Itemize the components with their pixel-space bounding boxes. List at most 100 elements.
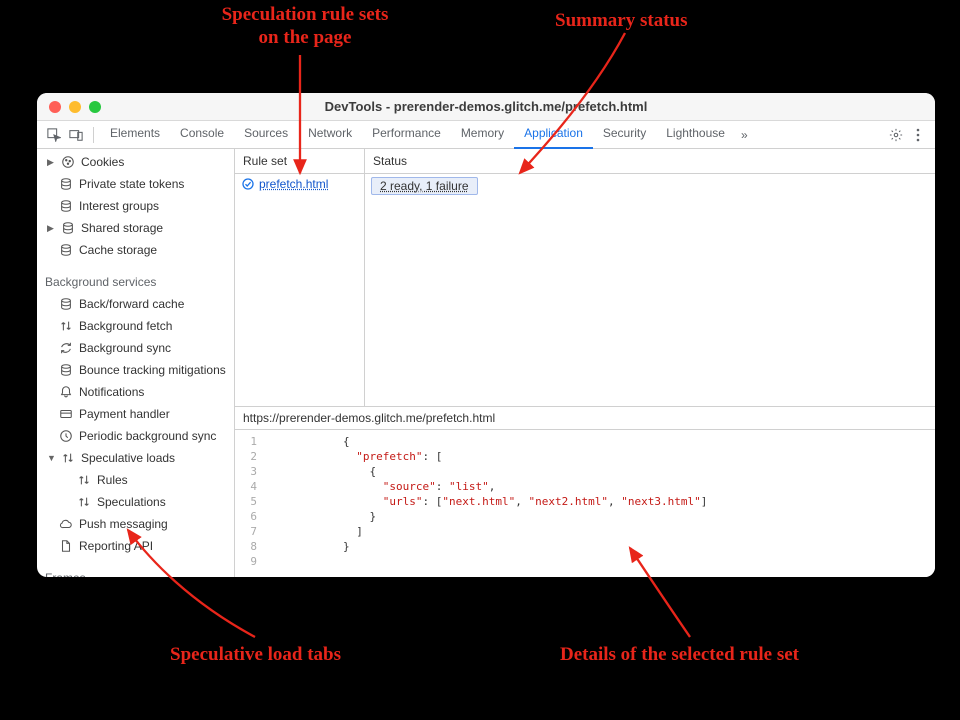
sidebar-item-reporting-api[interactable]: Reporting API [37,535,234,557]
content: ▶ Cookies Private state tokens Interest gro… [37,149,935,577]
sidebar-item-label: Cookies [81,153,124,171]
tab-sources[interactable]: Sources [234,120,298,149]
annotation-rule-sets: Speculation rule sets on the page [175,4,435,50]
sidebar-item-label: Reporting API [79,537,153,555]
sidebar-heading: Background services [37,269,234,293]
file-icon [59,539,73,553]
sidebar-item-back-forward-cache[interactable]: Back/forward cache [37,293,234,315]
tab-network[interactable]: Network [298,120,362,149]
sidebar-item-bounce-tracking-mitigations[interactable]: Bounce tracking mitigations [37,359,234,381]
grid-row[interactable]: prefetch.html 2 ready, 1 failure [235,174,935,198]
cloud-icon [59,517,73,531]
db-icon [59,199,73,213]
sidebar-item-label: Push messaging [79,515,168,533]
chevron-down-icon: ▼ [47,449,55,467]
status-ok-icon [241,177,255,191]
chevron-right-icon: ▶ [47,153,55,171]
speculation-rules-panel: Rule set Status prefetch.html 2 ready, 1… [235,149,935,577]
ruleset-name: prefetch.html [259,177,328,191]
tab-console[interactable]: Console [170,120,234,149]
sidebar-item-label: Periodic background sync [79,427,216,445]
device-toolbar-icon[interactable] [65,124,87,146]
updown-icon [77,495,91,509]
sidebar-item-push-messaging[interactable]: Push messaging [37,513,234,535]
inspect-icon[interactable] [43,124,65,146]
cookie-icon [61,155,75,169]
sidebar-item-label: Background fetch [79,317,172,335]
more-tabs-button[interactable]: » [735,128,754,142]
sidebar-item-payment-handler[interactable]: Payment handler [37,403,234,425]
annotation-summary-status: Summary status [555,10,687,33]
sidebar-item-label: Payment handler [79,405,170,423]
sidebar-item-background-sync[interactable]: Background sync [37,337,234,359]
zoom-icon[interactable] [89,101,101,113]
sidebar-item-label: Back/forward cache [79,295,184,313]
ruleset-link[interactable]: prefetch.html [241,177,358,191]
sidebar-item-label: Background sync [79,339,171,357]
panel-tabs: ElementsConsoleSourcesNetworkPerformance… [100,120,735,149]
divider [93,127,94,143]
sidebar-item-label: Cache storage [79,241,157,259]
sidebar-item-speculations[interactable]: Speculations [37,491,234,513]
sidebar-item-label: Bounce tracking mitigations [79,361,226,379]
sidebar-heading: Frames [37,565,234,577]
updown-icon [61,451,75,465]
clock-icon [59,429,73,443]
updown-icon [59,319,73,333]
code-content[interactable]: { "prefetch": [ { "source": "list", "url… [263,434,707,569]
card-icon [59,407,73,421]
db-icon [59,243,73,257]
kebab-menu-icon[interactable] [907,124,929,146]
status-summary[interactable]: 2 ready, 1 failure [371,177,478,195]
application-sidebar[interactable]: ▶ Cookies Private state tokens Interest gro… [37,149,235,577]
tab-elements[interactable]: Elements [100,120,170,149]
annotation-details: Details of the selected rule set [560,644,799,667]
sync-icon [59,341,73,355]
toolbar: ElementsConsoleSourcesNetworkPerformance… [37,121,935,149]
col-header-status[interactable]: Status [365,149,935,173]
sidebar-item-rules[interactable]: Rules [37,469,234,491]
minimize-icon[interactable] [69,101,81,113]
db-icon [59,297,73,311]
line-gutter: 123456789 [235,434,263,569]
grid-filler [235,198,935,406]
tab-application[interactable]: Application [514,120,593,149]
sidebar-item-label: Rules [97,471,128,489]
gear-icon[interactable] [885,124,907,146]
window-title: DevTools - prerender-demos.glitch.me/pre… [37,99,935,114]
sidebar-item-shared-storage[interactable]: ▶ Shared storage [37,217,234,239]
sidebar-item-label: Interest groups [79,197,159,215]
sidebar-item-private-state-tokens[interactable]: Private state tokens [37,173,234,195]
sidebar-item-cache-storage[interactable]: Cache storage [37,239,234,261]
sidebar-item-label: Private state tokens [79,175,184,193]
titlebar: DevTools - prerender-demos.glitch.me/pre… [37,93,935,121]
bell-icon [59,385,73,399]
sidebar-item-label: Speculations [97,493,166,511]
col-header-ruleset[interactable]: Rule set [235,149,365,173]
ruleset-url: https://prerender-demos.glitch.me/prefet… [235,406,935,429]
chevron-right-icon: ▶ [47,219,55,237]
sidebar-item-notifications[interactable]: Notifications [37,381,234,403]
sidebar-item-periodic-background-sync[interactable]: Periodic background sync [37,425,234,447]
db-icon [59,177,73,191]
sidebar-item-label: Notifications [79,383,144,401]
sidebar-item-interest-groups[interactable]: Interest groups [37,195,234,217]
annotation-load-tabs: Speculative load tabs [170,644,341,667]
code-viewer: 123456789 { "prefetch": [ { "source": "l… [235,429,935,577]
close-icon[interactable] [49,101,61,113]
db-icon [61,221,75,235]
tab-performance[interactable]: Performance [362,120,451,149]
sidebar-item-cookies[interactable]: ▶ Cookies [37,151,234,173]
sidebar-item-label: Shared storage [81,219,163,237]
grid-header: Rule set Status [235,149,935,174]
devtools-window: DevTools - prerender-demos.glitch.me/pre… [37,93,935,577]
tab-lighthouse[interactable]: Lighthouse [656,120,735,149]
updown-icon [77,473,91,487]
tab-memory[interactable]: Memory [451,120,514,149]
traffic-lights [37,101,101,113]
sidebar-item-speculative-loads[interactable]: ▼ Speculative loads [37,447,234,469]
sidebar-item-label: Speculative loads [81,449,175,467]
sidebar-item-background-fetch[interactable]: Background fetch [37,315,234,337]
tab-security[interactable]: Security [593,120,656,149]
db-icon [59,363,73,377]
